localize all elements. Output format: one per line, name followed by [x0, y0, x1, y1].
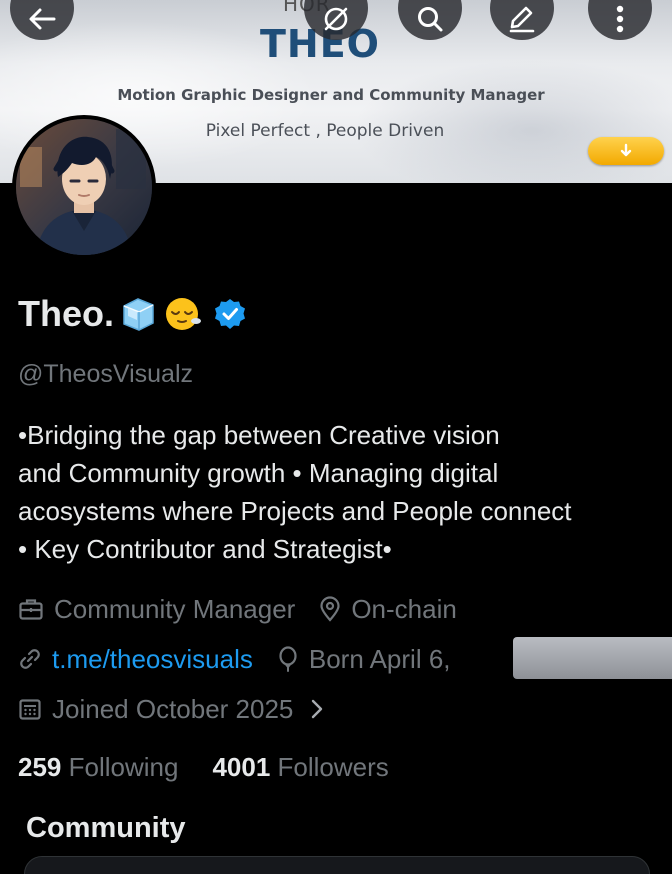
profession-item: Community Manager [18, 594, 295, 625]
website-item[interactable]: t.me/theosvisuals [18, 644, 253, 675]
birthday-text: Born April 6, [308, 643, 451, 674]
location-item: On-chain [319, 594, 457, 625]
briefcase-icon [19, 599, 43, 620]
download-arrow-icon [620, 143, 632, 157]
profile-name-row: Theo. [18, 290, 248, 338]
bio-line: •Bridging the gap between Creative visio… [18, 420, 500, 450]
bio-line: • Key Contributor and Strategist• [18, 534, 392, 564]
profile-avatar[interactable] [12, 115, 156, 259]
profile-handle: @TheosVisualz [18, 360, 193, 388]
profile-meta-row-1: Community Manager On-chain [18, 592, 481, 626]
following-stat[interactable]: 259 Following [18, 752, 178, 783]
location-pin-icon [320, 596, 340, 622]
followers-count: 4001 [212, 752, 271, 782]
birthday-item: Born April 6, [277, 644, 451, 675]
following-count: 259 [18, 752, 62, 782]
search-icon [418, 7, 443, 32]
profession-text: Community Manager [54, 593, 296, 624]
joined-item[interactable]: Joined October 2025 [18, 694, 325, 725]
link-icon [20, 649, 40, 669]
display-name: Theo. [18, 293, 114, 334]
more-icon [616, 5, 624, 33]
location-text: On-chain [351, 593, 457, 624]
ice-cube-emoji [123, 298, 154, 331]
website-link[interactable]: t.me/theosvisuals [52, 644, 253, 675]
profile-meta-row-3[interactable]: Joined October 2025 [18, 692, 349, 726]
community-section-title: Community [26, 812, 186, 844]
joined-text: Joined October 2025 [52, 693, 294, 724]
calendar-icon [19, 699, 41, 720]
bio-line: and Community growth • Managing digital [18, 458, 499, 488]
followers-stat[interactable]: 4001 Followers [212, 752, 388, 783]
community-card[interactable] [24, 856, 650, 874]
face-exhaling-emoji [166, 298, 201, 330]
verified-badge-icon [215, 299, 245, 329]
follow-stats: 259 Following 4001 Followers [18, 752, 389, 783]
balloon-icon [279, 646, 297, 672]
redacted-birth-year [513, 637, 672, 679]
edit-icon [509, 6, 535, 33]
back-arrow-icon [29, 8, 56, 30]
grok-icon [324, 7, 348, 31]
chevron-right-icon [312, 699, 323, 719]
following-label: Following [68, 752, 179, 782]
banner-tagline: Motion Graphic Designer and Community Ma… [117, 86, 545, 104]
followers-label: Followers [277, 752, 389, 782]
avatar-illustration [16, 119, 152, 255]
banner-download-badge [588, 137, 664, 165]
bio-line: acosystems where Projects and People con… [18, 496, 572, 526]
profile-bio: •Bridging the gap between Creative visio… [18, 416, 663, 568]
profile-meta-row-2: t.me/theosvisuals Born April 6, [18, 642, 475, 676]
